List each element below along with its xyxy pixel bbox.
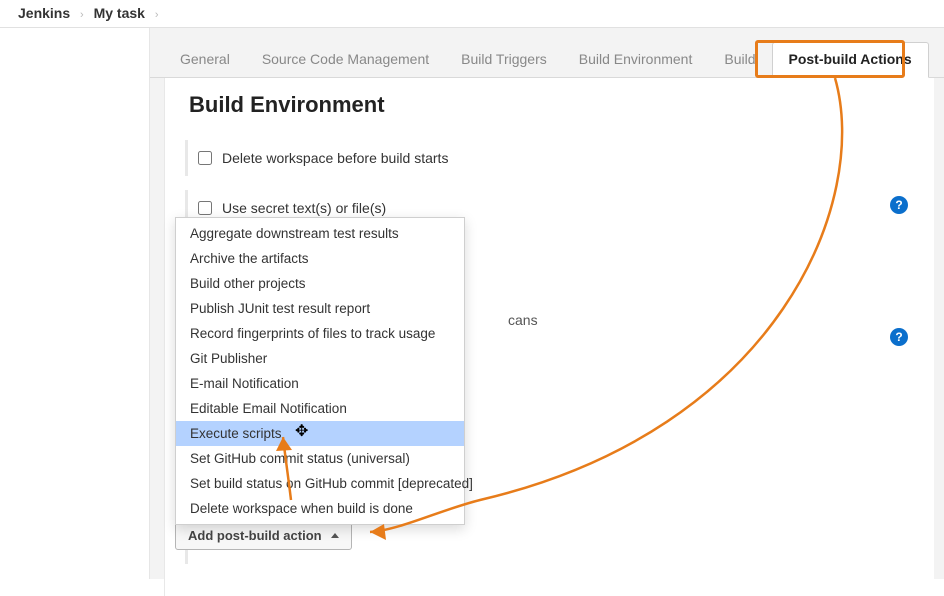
option-label: Use secret text(s) or file(s): [222, 200, 386, 216]
tab-scm[interactable]: Source Code Management: [246, 43, 445, 77]
menu-item[interactable]: Set GitHub commit status (universal): [176, 446, 464, 471]
tab-env[interactable]: Build Environment: [563, 43, 709, 77]
menu-item[interactable]: Build other projects: [176, 271, 464, 296]
menu-item[interactable]: Set build status on GitHub commit [depre…: [176, 471, 464, 496]
button-label: Add post-build action: [188, 528, 322, 543]
option-label: Delete workspace before build starts: [222, 150, 448, 166]
post-build-action-menu: Aggregate downstream test results Archiv…: [175, 217, 465, 525]
sidebar: [0, 28, 150, 579]
annotation-highlight-tab: [755, 40, 905, 78]
menu-item-execute-scripts[interactable]: Execute scripts: [176, 421, 464, 446]
option-group: Delete workspace before build starts: [185, 140, 912, 176]
section-title: Build Environment: [189, 92, 912, 118]
menu-item[interactable]: Git Publisher: [176, 346, 464, 371]
chevron-right-icon: ›: [74, 9, 90, 21]
breadcrumb-root[interactable]: Jenkins: [18, 5, 70, 21]
menu-item[interactable]: Record fingerprints of files to track us…: [176, 321, 464, 346]
checkbox-delete-workspace[interactable]: [198, 151, 212, 165]
menu-item[interactable]: Publish JUnit test result report: [176, 296, 464, 321]
menu-item[interactable]: Editable Email Notification: [176, 396, 464, 421]
add-post-build-action-button[interactable]: Add post-build action: [175, 521, 352, 550]
hidden-option-fragment: cans: [488, 312, 538, 328]
checkbox-secret-text[interactable]: [198, 201, 212, 215]
chevron-right-icon: ›: [149, 9, 165, 21]
breadcrumb: Jenkins › My task ›: [0, 0, 944, 28]
tab-general[interactable]: General: [164, 43, 246, 77]
help-icon[interactable]: ?: [890, 196, 908, 214]
caret-up-icon: [331, 533, 339, 538]
menu-item[interactable]: Aggregate downstream test results: [176, 221, 464, 246]
menu-item[interactable]: Delete workspace when build is done: [176, 496, 464, 521]
menu-item[interactable]: Archive the artifacts: [176, 246, 464, 271]
tab-triggers[interactable]: Build Triggers: [445, 43, 563, 77]
help-icon[interactable]: ?: [890, 328, 908, 346]
menu-item[interactable]: E-mail Notification: [176, 371, 464, 396]
breadcrumb-item[interactable]: My task: [94, 5, 145, 21]
